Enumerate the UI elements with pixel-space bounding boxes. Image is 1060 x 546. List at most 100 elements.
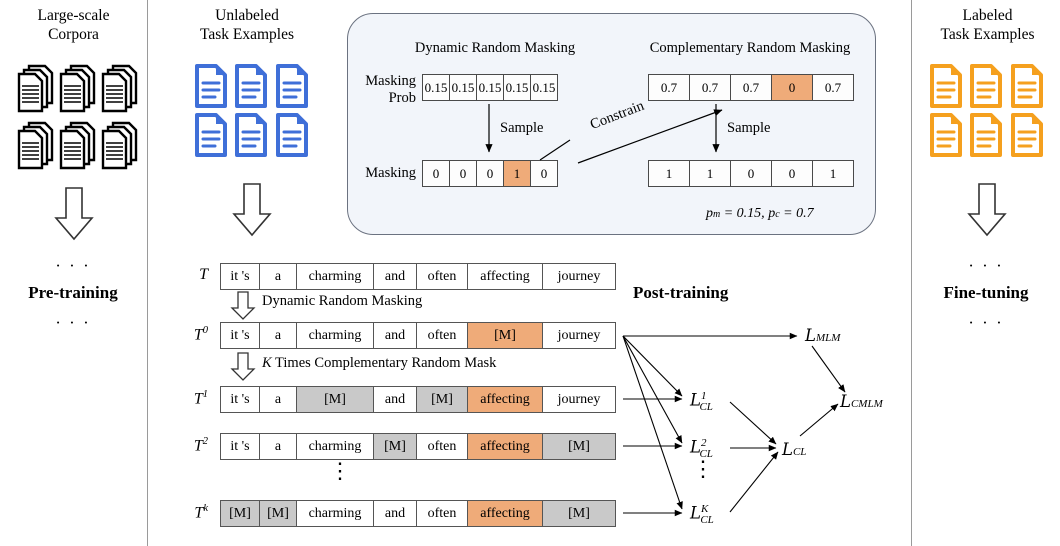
token-cell: charming	[296, 322, 374, 349]
loss-cl1-sub: CL	[699, 400, 713, 413]
left-down-arrow-icon	[50, 186, 98, 247]
prob-cell: 0	[530, 160, 558, 187]
blue-document-icon	[193, 63, 230, 109]
masking-prob-label-line2: Prob	[388, 90, 416, 106]
blue-document-icon	[274, 112, 311, 158]
row-label-text: T	[193, 390, 203, 408]
token-cell: affecting	[467, 500, 543, 527]
prob-cell: 1	[812, 160, 854, 187]
prob-cell: 0.15	[449, 74, 477, 101]
finetuning-label: Fine-tuning	[943, 283, 1029, 302]
token-cell: [M]	[220, 500, 260, 527]
right-down-arrow-icon	[963, 182, 1011, 243]
sample-label-right: Sample	[727, 120, 771, 136]
token-row-Tk: [M] [M] charming and often affecting [M]	[220, 500, 616, 527]
row-name-T1: T1	[173, 389, 208, 408]
divider-left	[147, 0, 148, 546]
loss-cmlm: LCMLM	[840, 392, 883, 412]
orange-document-icon	[968, 63, 1005, 109]
left-column-title-line1: Large-scale	[37, 7, 110, 24]
token-cell: a	[259, 263, 297, 290]
prob-cell: 0	[730, 160, 772, 187]
prob-cell: 0	[771, 74, 813, 101]
row-name-T0: T0	[173, 325, 208, 344]
prob-cell: 0	[771, 160, 813, 187]
complementary-random-masking-title: Complementary Random Masking	[649, 40, 851, 56]
loss-vertical-dots: ⋮	[692, 456, 714, 481]
token-cell: [M]	[542, 433, 616, 460]
token-row-T: it 's a charming and often affecting journey	[220, 263, 616, 290]
token-cell: often	[416, 500, 468, 527]
loss-cl-k: LKCL	[690, 503, 714, 526]
loss-clk-sub: CL	[700, 513, 714, 526]
token-cell: a	[259, 322, 297, 349]
right-mask-row: 11001	[648, 160, 854, 187]
orange-document-icon	[1009, 112, 1046, 158]
stacked-documents-icon	[15, 62, 138, 174]
k-times-label-rest: Times Complementary Random Mask	[271, 355, 497, 371]
document-stack-icon	[15, 119, 55, 174]
left-mask-row: 00010	[422, 160, 558, 187]
prob-cell: 0.15	[476, 74, 504, 101]
masking-prob-label-line1: Masking	[365, 73, 416, 89]
row-label-text: T	[199, 266, 208, 283]
token-cell: and	[373, 386, 417, 413]
token-cell: affecting	[467, 386, 543, 413]
sequence-vertical-dots: ⋮	[329, 458, 351, 483]
token-cell: [M]	[259, 500, 297, 527]
loss-mlm: LMLM	[805, 326, 840, 346]
right-column-title-line2: Task Examples	[940, 26, 1035, 43]
blue-document-icon	[233, 63, 270, 109]
token-cell: it 's	[220, 322, 260, 349]
formula-eq1: = 0.15,	[720, 206, 769, 221]
row-name-T2: T2	[173, 436, 208, 455]
blue-documents-icon	[193, 63, 311, 158]
masking-label: Masking	[365, 165, 416, 181]
prob-cell: 1	[648, 160, 690, 187]
orange-documents-icon	[928, 63, 1046, 158]
token-cell: it 's	[220, 433, 260, 460]
left-dots-bottom: · · ·	[55, 313, 91, 332]
right-prob-row: 0.7 0.7 0.7 0 0.7	[648, 74, 854, 101]
left-dots-top: · · ·	[55, 256, 91, 275]
loss-cmlm-sub: CMLM	[850, 398, 883, 410]
token-cell: and	[373, 500, 417, 527]
token-row-T2: it 's a charming [M] often affecting [M]	[220, 433, 616, 460]
row-name-Tk: Tk	[173, 503, 208, 522]
prob-cell: 1	[503, 160, 531, 187]
left-column-title-line2: Corpora	[48, 26, 99, 43]
right-column-title: Labeled Task Examples	[915, 6, 1060, 44]
prob-cell: 0	[476, 160, 504, 187]
dynamic-masking-arrow-label: Dynamic Random Masking	[262, 293, 423, 309]
blue-document-icon	[233, 112, 270, 158]
row-label-sup: 0	[202, 325, 208, 336]
prob-cell: 0.7	[689, 74, 731, 101]
token-cell: charming	[296, 500, 374, 527]
prob-cell: 0	[422, 160, 450, 187]
token-cell: affecting	[467, 433, 543, 460]
token-cell: charming	[296, 263, 374, 290]
masking-prob-label: Masking Prob	[352, 73, 416, 107]
token-cell: often	[416, 433, 468, 460]
sequence-arrow-2-icon	[229, 352, 257, 387]
token-cell: charming	[296, 433, 374, 460]
loss-cl-sub: CL	[792, 446, 807, 458]
token-cell: it 's	[220, 263, 260, 290]
loss-cl-base: L	[782, 440, 793, 459]
right-dots-top: · · ·	[968, 256, 1004, 275]
loss-mlm-base: L	[805, 326, 816, 345]
row-label-text: T	[193, 437, 203, 455]
loss-cl: LCL	[782, 440, 806, 460]
token-cell: and	[373, 322, 417, 349]
document-stack-icon	[15, 62, 55, 117]
loss-cl-1: L1CL	[690, 390, 713, 413]
token-cell: a	[259, 386, 297, 413]
row-label-sup: 1	[202, 389, 208, 400]
prob-cell: 0.7	[812, 74, 854, 101]
token-row-T0: it 's a charming and often [M] journey	[220, 322, 616, 349]
token-cell: a	[259, 433, 297, 460]
sequence-arrow-1-icon	[229, 291, 257, 326]
right-dots-bottom: · · ·	[968, 313, 1004, 332]
document-stack-icon	[57, 62, 97, 117]
divider-right	[911, 0, 912, 546]
